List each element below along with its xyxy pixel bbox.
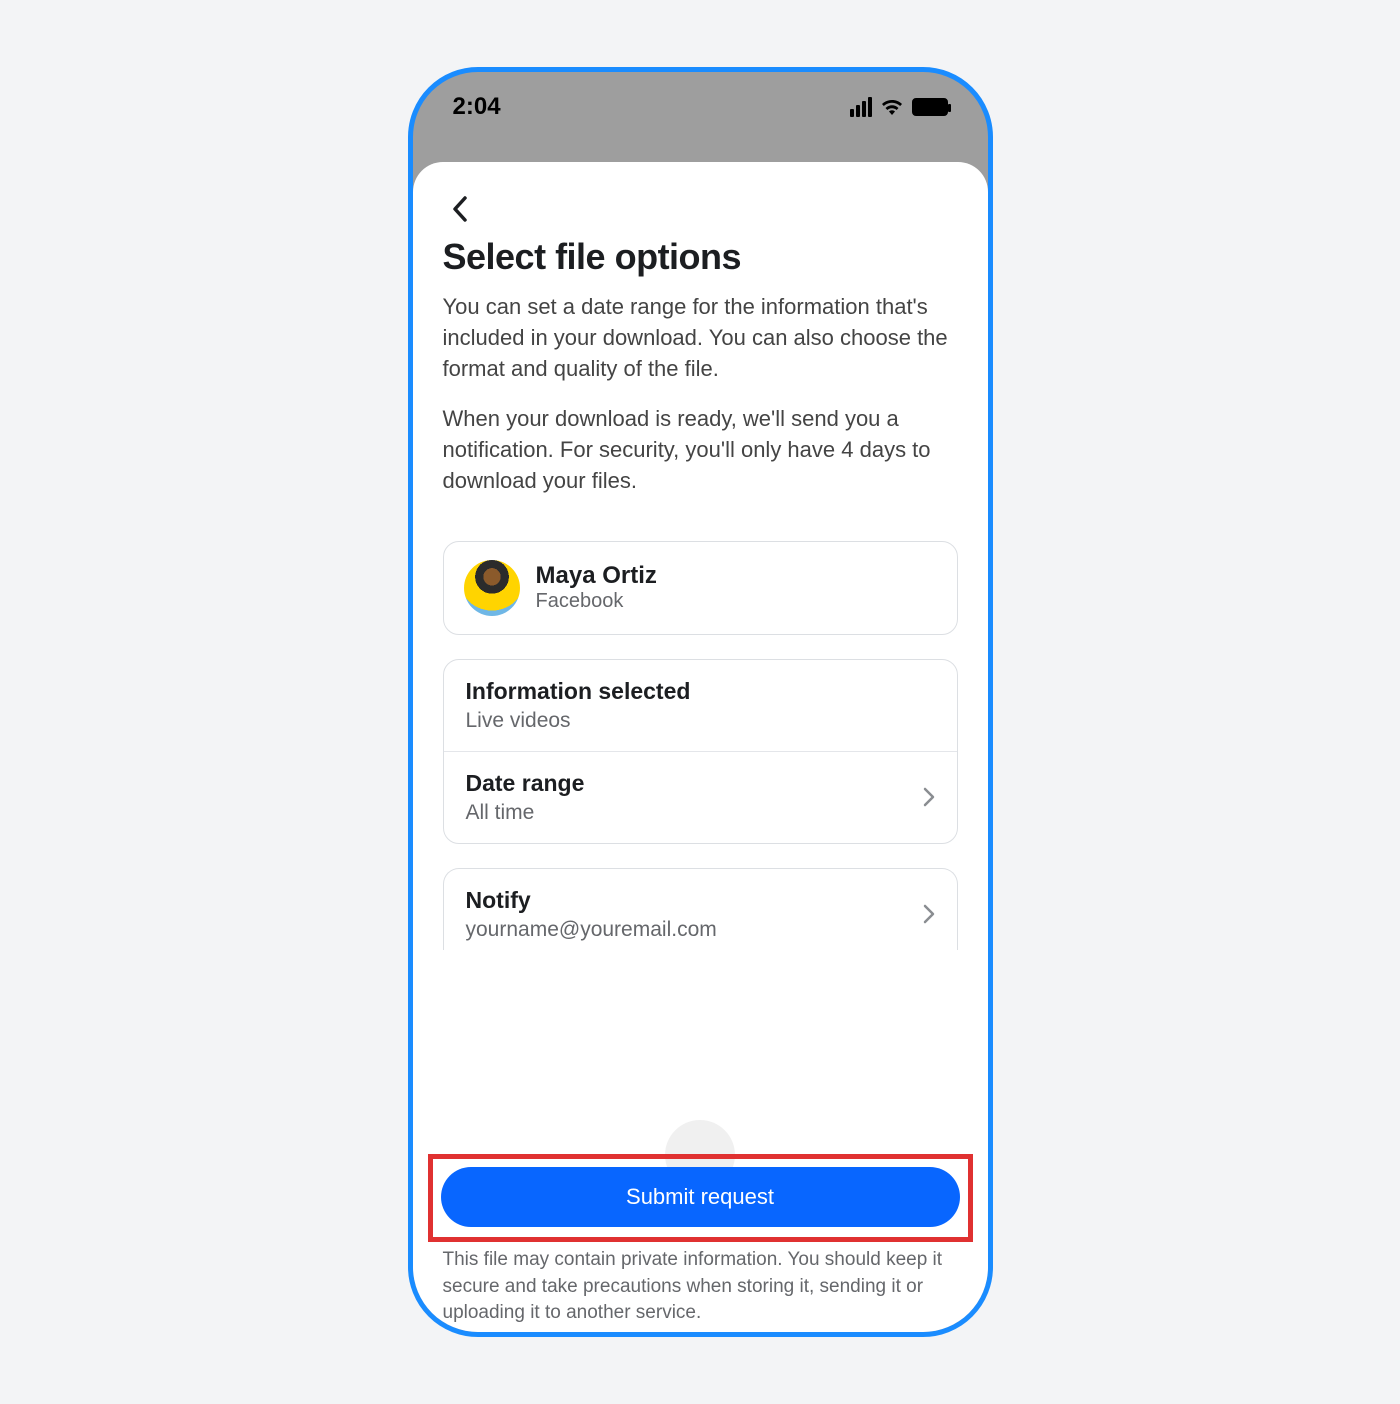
options-card: Information selected Live videos Date ra… [443,659,958,844]
account-card: Maya Ortiz Facebook [443,541,958,635]
account-platform: Facebook [536,590,657,613]
signal-icon [850,97,872,117]
page-title: Select file options [443,236,958,278]
submit-request-button[interactable]: Submit request [441,1167,960,1227]
phone-frame: 2:04 Select file options You can set a d… [408,67,993,1337]
wifi-icon [880,98,904,116]
info-selected-value: Live videos [466,709,691,733]
battery-icon [912,98,948,116]
page-description-2: When your download is ready, we'll send … [443,404,958,496]
date-range-row[interactable]: Date range All time [444,751,957,843]
notify-row[interactable]: Notify yourname@youremail.com [444,869,957,950]
avatar [464,560,520,616]
info-selected-label: Information selected [466,678,691,705]
account-name: Maya Ortiz [536,562,657,590]
notify-label: Notify [466,887,717,914]
notify-card: Notify yourname@youremail.com [443,868,958,950]
bottom-sheet: Select file options You can set a date r… [413,162,988,1332]
status-time: 2:04 [453,93,501,121]
notify-value: yourname@youremail.com [466,918,717,942]
chevron-right-icon [923,904,935,924]
footer-disclaimer: This file may contain private informatio… [443,1247,958,1327]
date-range-label: Date range [466,770,585,797]
status-icons [850,97,948,117]
chevron-left-icon [452,196,468,222]
back-button[interactable] [443,192,477,226]
date-range-value: All time [466,801,585,825]
chevron-right-icon [923,787,935,807]
status-bar: 2:04 [413,72,988,142]
information-selected-row: Information selected Live videos [444,660,957,751]
page-description-1: You can set a date range for the informa… [443,292,958,384]
